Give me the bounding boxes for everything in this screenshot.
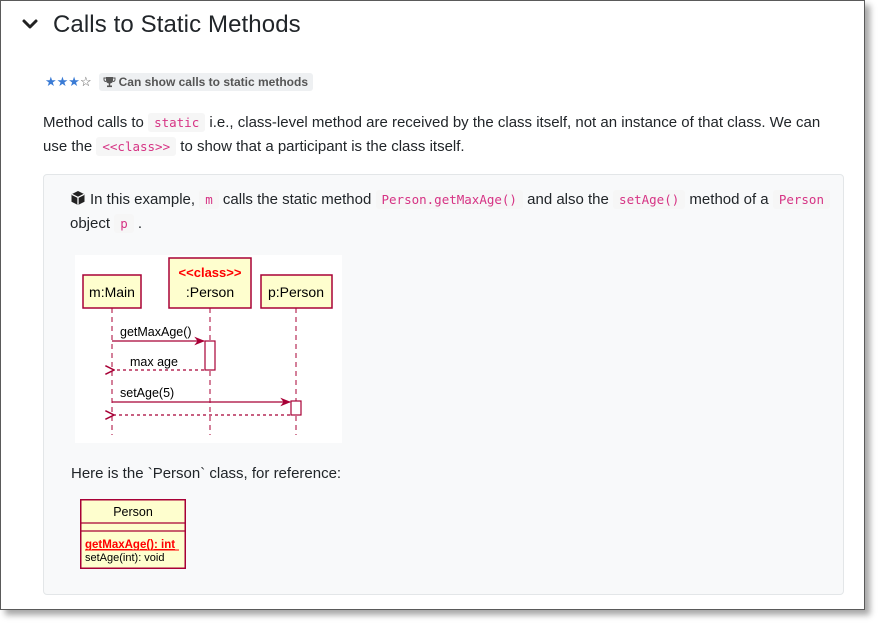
class-method: setAge(int): void	[85, 552, 164, 564]
box-icon	[71, 191, 85, 205]
difficulty-meta: ★★★☆ Can show calls to static methods	[45, 73, 313, 91]
difficulty-stars: ★★★☆	[45, 74, 92, 89]
chevron-down-icon[interactable]	[21, 16, 39, 34]
class-static-method: getMaxAge(): int	[85, 539, 175, 551]
code-class-stereotype: <<class>>	[96, 137, 177, 156]
section-title: Calls to Static Methods	[53, 11, 301, 38]
content-frame: Calls to Static Methods ★★★☆ Can show ca…	[0, 0, 865, 610]
message-max-age-label: max age	[130, 355, 178, 369]
code-setage: setAge()	[613, 190, 686, 209]
activation-person-class	[204, 340, 216, 371]
sequence-diagram: m:Main <<class>> :Person p:Person getMax…	[75, 255, 342, 443]
activation-person-obj	[290, 400, 302, 416]
svg-text::Person: :Person	[186, 284, 234, 300]
example-box: In this example, m calls the static meth…	[43, 174, 844, 595]
class-diagram: Person getMaxAge(): int setAge(int): voi…	[80, 499, 186, 569]
svg-text:p:Person: p:Person	[268, 284, 324, 300]
code-person: Person	[772, 190, 830, 209]
participant-main: m:Main	[82, 274, 142, 309]
trophy-icon	[103, 77, 116, 88]
svg-text:<<class>>: <<class>>	[179, 265, 242, 280]
outcome-badge: Can show calls to static methods	[98, 73, 313, 91]
code-getmaxage: Person.getMaxAge()	[375, 190, 523, 209]
participant-person-obj: p:Person	[260, 274, 333, 309]
example-text: In this example, m calls the static meth…	[70, 188, 830, 236]
message-setage-label: setAge(5)	[120, 386, 174, 400]
code-p: p	[114, 214, 134, 233]
participant-person-class: <<class>> :Person	[168, 257, 252, 309]
intro-paragraph: Method calls to static i.e., class-level…	[43, 113, 821, 156]
section-heading: Calls to Static Methods	[21, 11, 301, 39]
message-getmaxage-label: getMaxAge()	[120, 325, 192, 339]
code-m: m	[199, 190, 219, 209]
code-static: static	[148, 113, 206, 132]
badge-text: Can show calls to static methods	[118, 75, 308, 89]
class-name: Person	[113, 505, 153, 519]
reference-text: Here is the `Person` class, for referenc…	[71, 465, 342, 482]
svg-text:m:Main: m:Main	[89, 284, 135, 300]
